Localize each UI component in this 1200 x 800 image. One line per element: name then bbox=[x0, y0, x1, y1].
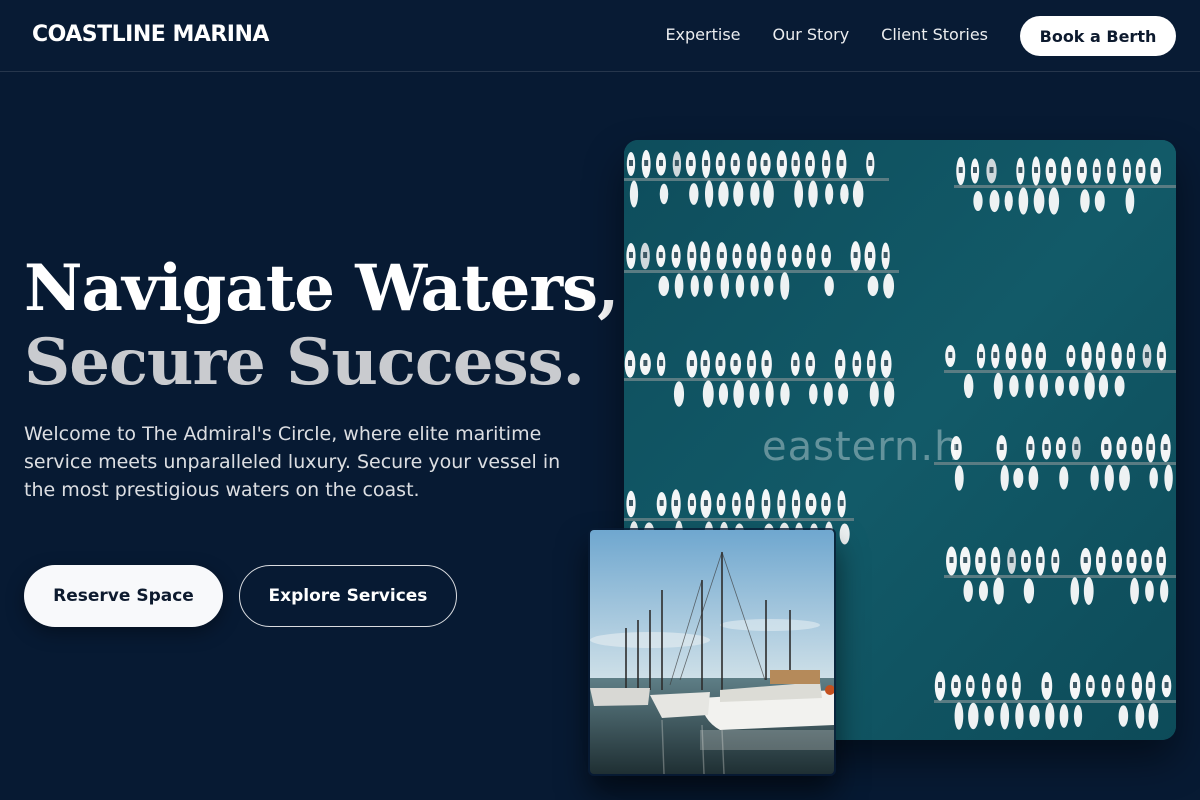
page: COASTLINE MARINA Expertise Our Story Cli… bbox=[0, 0, 1200, 800]
hero-title-line1: Navigate Waters, bbox=[24, 251, 619, 326]
hero-title-line2: Secure Success. bbox=[24, 325, 585, 400]
nav-link-client-stories[interactable]: Client Stories bbox=[881, 25, 988, 44]
book-berth-button[interactable]: Book a Berth bbox=[1020, 16, 1176, 56]
harbor-photo-illustration bbox=[590, 530, 834, 774]
nav-link-expertise[interactable]: Expertise bbox=[665, 25, 740, 44]
hero-title: Navigate Waters, Secure Success. bbox=[24, 252, 624, 400]
nav-link-our-story[interactable]: Our Story bbox=[773, 25, 850, 44]
hero-subtitle: Welcome to The Admiral's Circle, where e… bbox=[24, 423, 561, 501]
explore-services-button[interactable]: Explore Services bbox=[239, 565, 457, 627]
reserve-space-button[interactable]: Reserve Space bbox=[24, 565, 223, 627]
brand-logo[interactable]: COASTLINE MARINA bbox=[32, 22, 269, 47]
harbor-photo bbox=[588, 528, 836, 776]
main-nav: Expertise Our Story Client Stories bbox=[665, 25, 988, 44]
site-header: COASTLINE MARINA Expertise Our Story Cli… bbox=[0, 0, 1200, 72]
